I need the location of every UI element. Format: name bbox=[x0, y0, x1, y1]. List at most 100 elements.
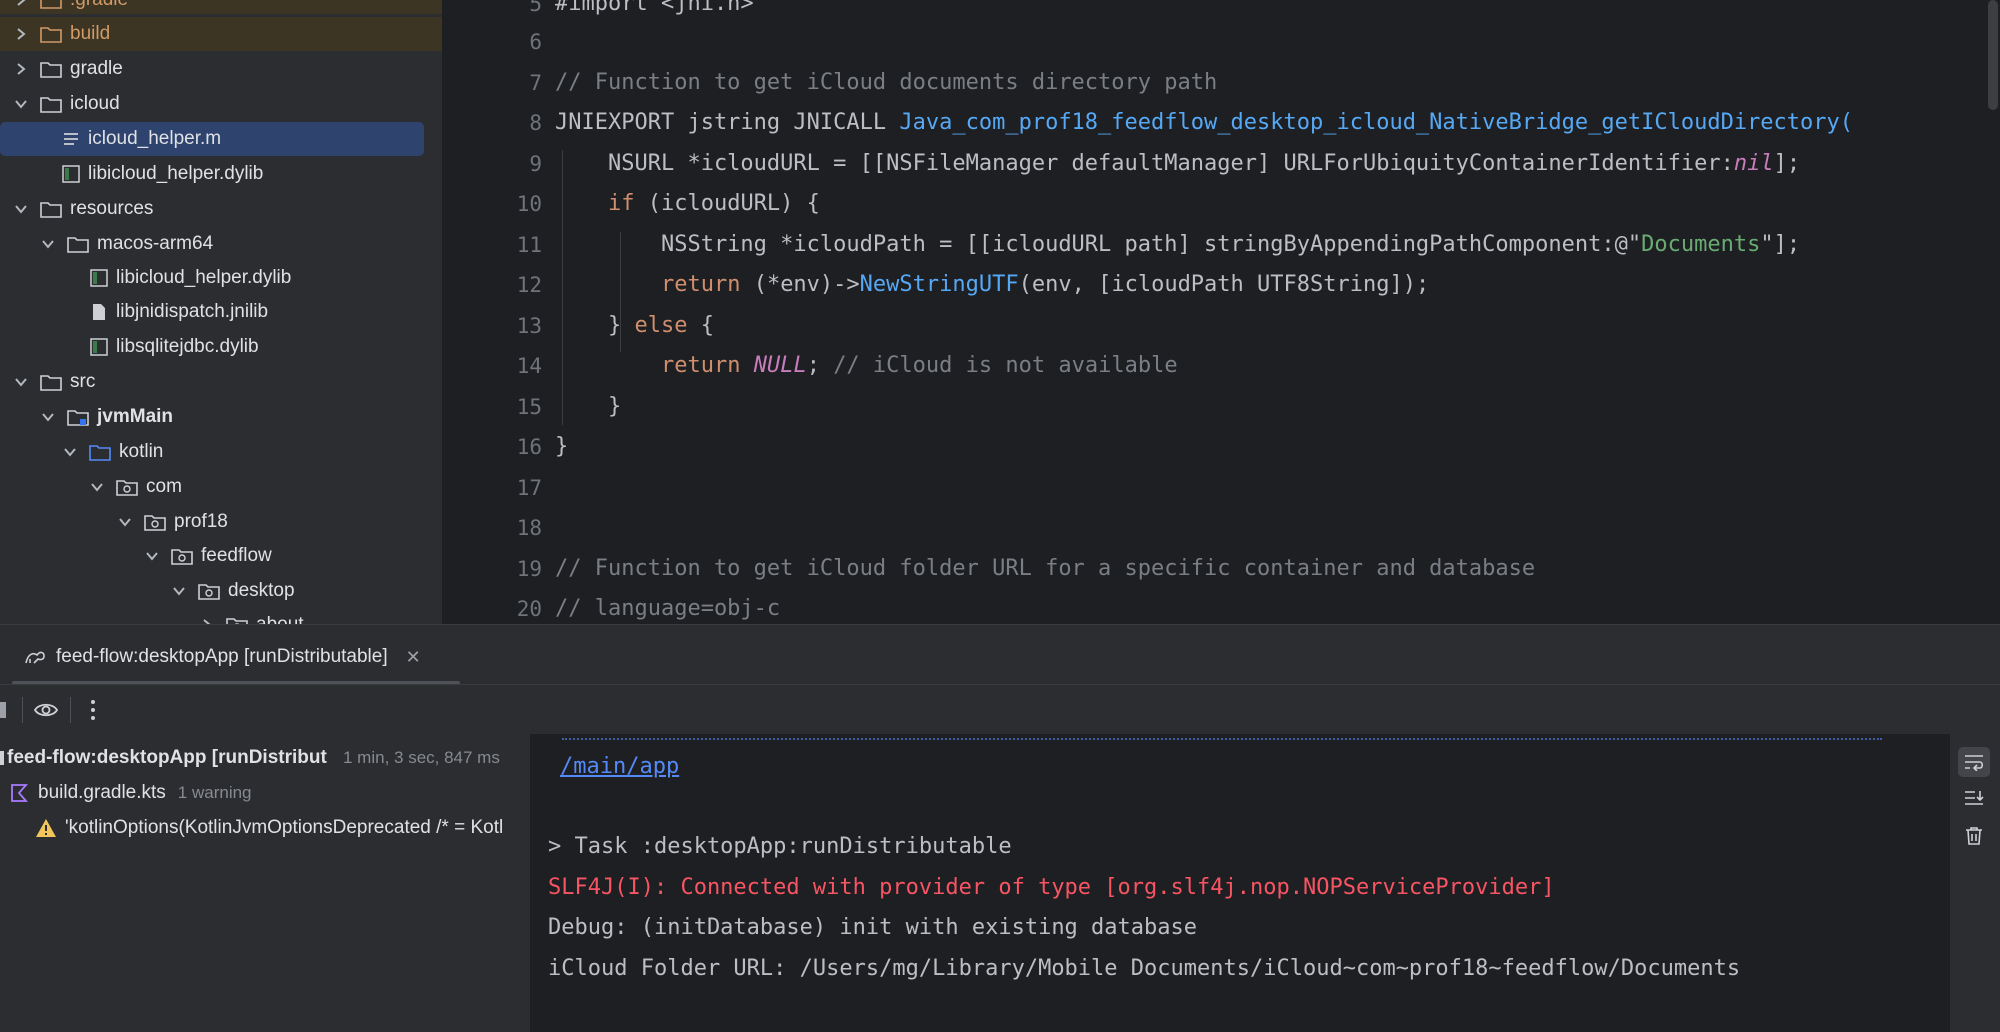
tree-item-label: libicloud_helper.dylib bbox=[88, 163, 264, 184]
tree-item-label: libjnidispatch.jnilib bbox=[116, 301, 269, 322]
chevron-down-icon[interactable] bbox=[14, 375, 28, 389]
build-tree-file[interactable]: build.gradle.kts 1 warning bbox=[10, 777, 252, 809]
tree-item-resources[interactable]: resources bbox=[14, 192, 153, 226]
console-task-line: > Task :desktopApp:runDistributable bbox=[548, 834, 1012, 859]
scroll-to-end-icon bbox=[1965, 791, 1984, 805]
code-text: #import <jni.h> bbox=[555, 0, 754, 16]
code-comment: // iCloud is not available bbox=[833, 353, 1178, 378]
tree-item-label: macos-arm64 bbox=[97, 233, 214, 254]
tree-item-libicloud-helper-res[interactable]: libicloud_helper.dylib bbox=[90, 261, 291, 295]
build-tree: feed-flow:desktopApp [runDistribut 1 min… bbox=[0, 734, 530, 1032]
package-icon bbox=[144, 515, 166, 531]
console-icloud-line: iCloud Folder URL: /Users/mg/Library/Mob… bbox=[548, 956, 1741, 981]
code-line-11: NSString *icloudPath = [[icloudURL path]… bbox=[555, 232, 1800, 257]
line-number: 12 bbox=[516, 273, 542, 297]
line-number: 14 bbox=[516, 354, 542, 378]
build-tree-root[interactable]: feed-flow:desktopApp [runDistribut 1 min… bbox=[0, 742, 500, 774]
code-line-8: JNIEXPORT jstring JNICALL Java_com_prof1… bbox=[555, 110, 1853, 135]
code-line-14: return NULL; // iCloud is not available bbox=[555, 353, 1178, 378]
chevron-right-icon[interactable] bbox=[14, 27, 28, 41]
tree-item-jvmmain[interactable]: jvmMain bbox=[41, 400, 173, 434]
package-icon bbox=[171, 549, 193, 565]
code-text: { bbox=[687, 313, 714, 338]
code-editor[interactable]: 5 6 7 8 9 10 11 12 13 14 15 16 17 18 19 … bbox=[442, 0, 2000, 624]
code-text: JNIEXPORT jstring JNICALL bbox=[555, 110, 900, 135]
tree-item-kotlin[interactable]: kotlin bbox=[63, 435, 163, 469]
build-status-icon bbox=[0, 751, 4, 765]
code-line-12: return (*env)->NewStringUTF(env, [icloud… bbox=[555, 272, 1429, 297]
tree-item-com[interactable]: com bbox=[90, 470, 182, 504]
code-function: Java_com_prof18_feedflow_desktop_icloud_… bbox=[899, 110, 1854, 135]
console-path-link[interactable]: /main/app bbox=[560, 754, 679, 779]
tree-item-prof18[interactable]: prof18 bbox=[118, 505, 228, 539]
tree-item-libjnidispatch[interactable]: libjnidispatch.jnilib bbox=[90, 295, 268, 329]
tree-item-label: resources bbox=[70, 198, 154, 219]
code-text: } bbox=[555, 434, 569, 459]
code-literal: nil bbox=[1733, 151, 1774, 176]
source-folder-icon bbox=[89, 445, 111, 461]
code-text: (*env)-> bbox=[740, 272, 860, 297]
chevron-down-icon[interactable] bbox=[90, 480, 104, 494]
build-tree-warning[interactable]: 'kotlinOptions(KotlinJvmOptionsDeprecate… bbox=[35, 812, 503, 844]
tree-item-gradle[interactable]: gradle bbox=[14, 52, 123, 86]
tree-item-libsqlitejdbc[interactable]: libsqlitejdbc.dylib bbox=[90, 330, 259, 364]
scroll-to-end-button[interactable] bbox=[1958, 783, 1990, 813]
tree-item-label: build bbox=[70, 23, 111, 44]
module-folder-icon bbox=[67, 410, 89, 426]
line-number: 15 bbox=[516, 395, 542, 419]
chevron-down-icon[interactable] bbox=[145, 549, 159, 563]
warning-count: 1 warning bbox=[177, 783, 252, 802]
code-function: NewStringUTF bbox=[859, 272, 1019, 297]
tree-item-about[interactable]: about bbox=[200, 608, 304, 624]
tree-item-src[interactable]: src bbox=[14, 365, 95, 399]
chevron-right-icon[interactable] bbox=[14, 0, 28, 7]
chevron-down-icon[interactable] bbox=[14, 202, 28, 216]
chevron-down-icon[interactable] bbox=[172, 584, 186, 598]
tree-item-icloud[interactable]: icloud bbox=[14, 87, 120, 121]
close-icon[interactable]: ✕ bbox=[406, 647, 421, 668]
tree-item-macos-arm64[interactable]: macos-arm64 bbox=[41, 227, 213, 261]
tree-item-icloud-helper-m[interactable]: icloud_helper.m bbox=[0, 122, 424, 156]
line-number: 10 bbox=[516, 192, 542, 216]
chevron-right-icon[interactable] bbox=[14, 62, 28, 76]
tree-item-build[interactable]: build bbox=[14, 17, 110, 51]
toolbar-separator bbox=[22, 697, 23, 723]
editor-scrollbar[interactable] bbox=[1988, 0, 1998, 110]
console-slf4j-line: SLF4J(I): Connected with provider of typ… bbox=[548, 875, 1555, 900]
code-line-5: #import <jni.h> bbox=[555, 0, 754, 16]
console-side-toolbar bbox=[1950, 734, 2000, 1032]
tree-item-libicloud-helper[interactable]: libicloud_helper.dylib bbox=[62, 157, 263, 191]
file-icon bbox=[93, 304, 105, 320]
more-options-icon[interactable] bbox=[89, 699, 97, 721]
package-icon bbox=[226, 618, 248, 624]
clear-console-button[interactable] bbox=[1958, 821, 1990, 851]
stop-icon[interactable] bbox=[0, 702, 6, 718]
folder-icon bbox=[40, 0, 62, 9]
chevron-down-icon[interactable] bbox=[14, 97, 28, 111]
console-output[interactable]: /main/app > Task :desktopApp:runDistribu… bbox=[530, 734, 1950, 1032]
tree-item-label: gradle bbox=[70, 58, 123, 79]
code-text: (env, [icloudPath UTF8String]); bbox=[1018, 272, 1430, 297]
soft-wrap-button[interactable] bbox=[1958, 747, 1990, 777]
tree-item-label: feedflow bbox=[201, 545, 272, 566]
folder-icon bbox=[40, 97, 62, 113]
line-number-gutter: 5 6 7 8 9 10 11 12 13 14 15 16 17 18 19 … bbox=[442, 0, 542, 624]
binary-file-icon bbox=[90, 269, 108, 287]
chevron-down-icon[interactable] bbox=[63, 445, 77, 459]
line-number: 19 bbox=[516, 557, 542, 581]
eye-icon[interactable] bbox=[33, 700, 59, 720]
tree-item-label: icloud bbox=[70, 93, 120, 114]
tree-item-feedflow[interactable]: feedflow bbox=[145, 539, 272, 573]
code-keyword: if bbox=[607, 191, 635, 216]
tab-run-desktop-app[interactable]: feed-flow:desktopApp [runDistributable] … bbox=[24, 643, 421, 671]
folder-icon bbox=[40, 27, 62, 43]
build-root-label: feed-flow:desktopApp [runDistribut bbox=[7, 747, 327, 768]
tree-item-gradle-hidden[interactable]: .gradle bbox=[14, 0, 128, 17]
line-number: 11 bbox=[516, 233, 542, 257]
tree-item-desktop[interactable]: desktop bbox=[172, 574, 295, 608]
chevron-down-icon[interactable] bbox=[41, 237, 55, 251]
chevron-down-icon[interactable] bbox=[41, 410, 55, 424]
chevron-down-icon[interactable] bbox=[118, 515, 132, 529]
